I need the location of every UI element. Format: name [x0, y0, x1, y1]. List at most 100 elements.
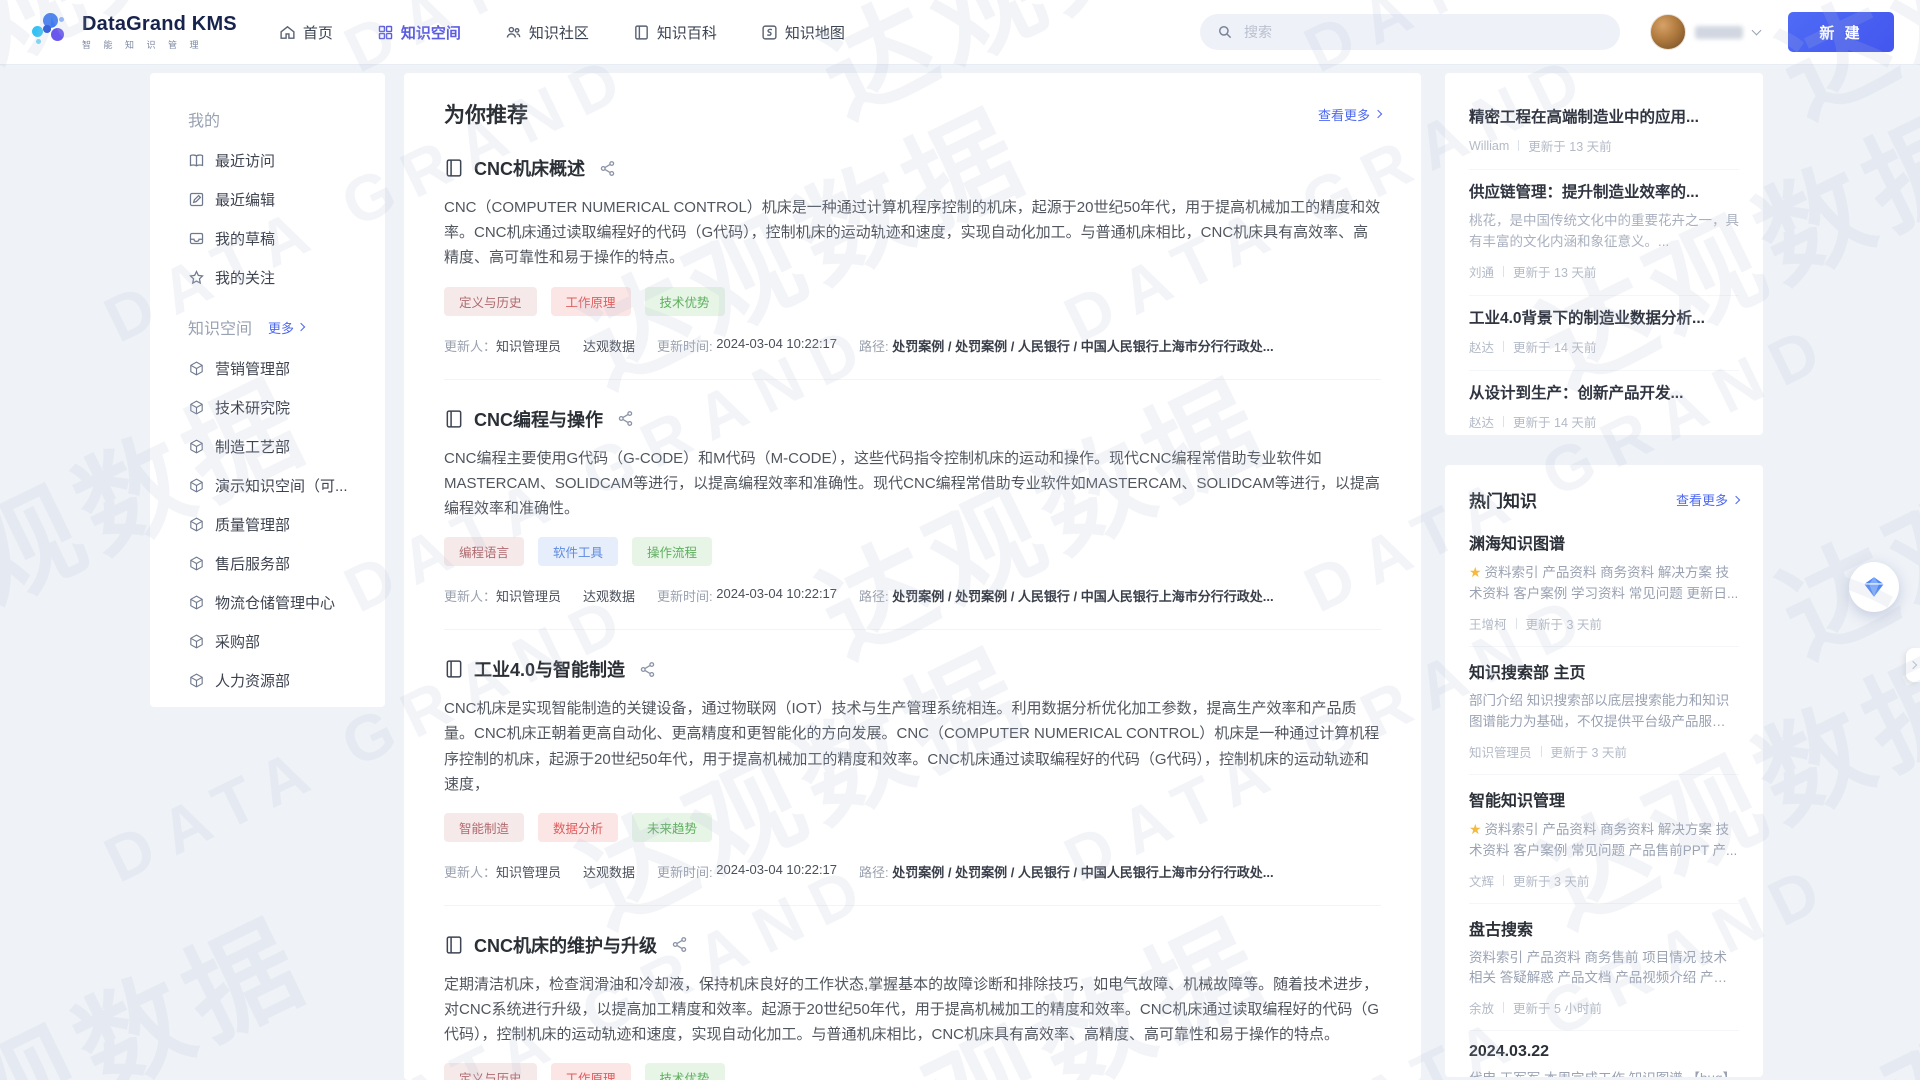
tag[interactable]: 软件工具	[538, 537, 618, 566]
tag[interactable]: 数据分析	[538, 813, 618, 842]
sidebar-space-marketing[interactable]: 营销管理部	[188, 349, 367, 388]
divider	[1541, 746, 1542, 757]
sidebar-item-recent-visits[interactable]: 最近访问	[188, 141, 367, 180]
tag[interactable]: 技术优势	[645, 287, 725, 316]
sidebar-label: 人力资源部	[215, 670, 290, 691]
tag[interactable]: 智能制造	[444, 813, 524, 842]
hot-item[interactable]: 智能知识管理 ★资料索引 产品资料 商务资料 解决方案 技术资料 客户案例 常见…	[1469, 775, 1739, 904]
sidebar-space-demo[interactable]: 演示知识空间（可...	[188, 466, 367, 505]
user-menu[interactable]	[1650, 14, 1760, 50]
nav-item-community[interactable]: 知识社区	[505, 22, 589, 43]
hot-item[interactable]: 知识搜索部 主页 部门介绍 知识搜索部以底层搜索能力和知识图谱能力为基础，不仅提…	[1469, 647, 1739, 775]
sidebar-space-procurement[interactable]: 采购部	[188, 622, 367, 661]
tag[interactable]: 工作原理	[551, 287, 631, 316]
wiki-book-icon	[633, 24, 650, 41]
recommended-title[interactable]: 精密工程在高端制造业中的应用...	[1469, 105, 1739, 127]
tag[interactable]: 工作原理	[551, 1063, 631, 1080]
hot-item[interactable]: 渊海知识图谱 ★资料索引 产品资料 商务资料 解决方案 技术资料 客户案例 学习…	[1469, 518, 1739, 647]
sidebar-space-manufacturing[interactable]: 制造工艺部	[188, 427, 367, 466]
author: 赵达	[1469, 337, 1494, 356]
hot-item[interactable]: 盘古搜索 资料索引 产品资料 商务售前 项目情况 技术相关 答疑解惑 产品文档 …	[1469, 904, 1739, 1032]
knowledge-space-icon	[377, 24, 394, 41]
recommended-item[interactable]: 从设计到生产：创新产品开发... 赵达更新于 14 天前	[1469, 371, 1739, 435]
sidebar-item-my-drafts[interactable]: 我的草稿	[188, 219, 367, 258]
recommended-item[interactable]: 精密工程在高端制造业中的应用... William 更新于 13 天前	[1469, 95, 1739, 170]
hot-item-title[interactable]: 知识搜索部 主页	[1469, 659, 1739, 683]
sidebar-item-my-follows[interactable]: 我的关注	[188, 258, 367, 297]
recommended-item[interactable]: 工业4.0背景下的制造业数据分析... 赵达更新于 14 天前	[1469, 296, 1739, 371]
article-title[interactable]: 工业4.0与智能制造	[474, 656, 625, 682]
hot-item-title[interactable]: 2024.03.22	[1469, 1043, 1739, 1061]
article-tags: 编程语言 软件工具 操作流程	[444, 537, 1381, 566]
article-card: CNC编程与操作 CNC编程主要使用G代码（G-CODE）和M代码（M-CODE…	[444, 380, 1381, 631]
tag[interactable]: 未来趋势	[632, 813, 712, 842]
tag[interactable]: 操作流程	[632, 537, 712, 566]
cube-icon	[188, 360, 205, 377]
recommend-view-more-link[interactable]: 查看更多	[1318, 105, 1381, 124]
meta-path[interactable]: 处罚案例 / 处罚案例 / 人民银行 / 中国人民银行上海市分行行政处...	[892, 336, 1273, 355]
recommended-title[interactable]: 供应链管理：提升制造业效率的...	[1469, 180, 1739, 202]
assistant-float-button[interactable]	[1849, 562, 1899, 612]
hot-item-title[interactable]: 盘古搜索	[1469, 916, 1739, 940]
nav-item-wiki[interactable]: 知识百科	[633, 22, 717, 43]
new-button[interactable]: 新 建	[1788, 12, 1894, 52]
divider	[1518, 140, 1519, 151]
hot-item[interactable]: 2024.03.22 代申 王军军 本周完成工作 知识图谱 【bug】排查并解决…	[1469, 1031, 1739, 1077]
sidebar-space-hr[interactable]: 人力资源部	[188, 661, 367, 700]
community-icon	[505, 24, 522, 41]
tag[interactable]: 技术优势	[645, 1063, 725, 1080]
sidebar-space-quality[interactable]: 质量管理部	[188, 505, 367, 544]
hot-item-excerpt: 部门介绍 知识搜索部以底层搜索能力和知识图谱能力为基础，不仅提供平台级产品服务，…	[1469, 693, 1729, 733]
sidebar-label: 技术研究院	[215, 397, 290, 418]
sidebar-item-recent-edits[interactable]: 最近编辑	[188, 180, 367, 219]
panel-collapse-handle[interactable]	[1906, 648, 1920, 682]
hot-view-more-link[interactable]: 查看更多	[1676, 490, 1739, 509]
share-icon[interactable]	[671, 936, 688, 953]
search-input[interactable]	[1244, 24, 1604, 40]
nav-item-home[interactable]: 首页	[279, 22, 333, 43]
recommended-title[interactable]: 从设计到生产：创新产品开发...	[1469, 381, 1739, 403]
sidebar-spaces-more-link[interactable]: 更多	[268, 318, 304, 337]
sidebar-space-tech-research[interactable]: 技术研究院	[188, 388, 367, 427]
nav-label-knowledge-map: 知识地图	[785, 22, 845, 43]
chevron-right-icon	[1909, 661, 1917, 669]
article-title[interactable]: CNC机床概述	[474, 155, 585, 181]
meta-updater: 知识管理员	[496, 336, 561, 355]
tag[interactable]: 编程语言	[444, 537, 524, 566]
chevron-right-icon	[297, 323, 305, 331]
hot-item-title[interactable]: 渊海知识图谱	[1469, 530, 1739, 554]
sidebar-spaces-title: 知识空间	[188, 315, 252, 339]
meta-path[interactable]: 处罚案例 / 处罚案例 / 人民银行 / 中国人民银行上海市分行行政处...	[892, 586, 1273, 605]
sidebar-label: 演示知识空间（可...	[215, 475, 348, 496]
recommended-item[interactable]: 供应链管理：提升制造业效率的... 桃花，是中国传统文化中的重要花卉之一，具有丰…	[1469, 170, 1739, 296]
sidebar-space-logistics[interactable]: 物流仓储管理中心	[188, 583, 367, 622]
sidebar-label: 采购部	[215, 631, 260, 652]
share-icon[interactable]	[639, 661, 656, 678]
sidebar-label: 我的关注	[215, 267, 275, 288]
sidebar-label: 物流仓储管理中心	[215, 592, 335, 613]
share-icon[interactable]	[617, 410, 634, 427]
search-icon	[1216, 23, 1234, 41]
tag[interactable]: 定义与历史	[444, 1063, 537, 1080]
brand-logo[interactable]: DataGrand KMS 智 能 知 识 管 理	[30, 11, 237, 53]
recommended-title[interactable]: 工业4.0背景下的制造业数据分析...	[1469, 306, 1739, 328]
sidebar-label: 营销管理部	[215, 358, 290, 379]
hot-knowledge-title: 热门知识	[1469, 487, 1537, 512]
author: William	[1469, 139, 1509, 153]
updated-time: 更新于 13 天前	[1528, 136, 1611, 155]
meta-path[interactable]: 处罚案例 / 处罚案例 / 人民银行 / 中国人民银行上海市分行行政处...	[892, 862, 1273, 881]
article-title[interactable]: CNC编程与操作	[474, 406, 603, 432]
tag[interactable]: 定义与历史	[444, 287, 537, 316]
sidebar-space-aftersales[interactable]: 售后服务部	[188, 544, 367, 583]
nav-item-knowledge-space[interactable]: 知识空间	[377, 22, 461, 43]
sidebar-label: 我的草稿	[215, 228, 275, 249]
article-body: 定期清洁机床，检查润滑油和冷却液，保持机床良好的工作状态,掌握基本的故障诊断和排…	[444, 972, 1381, 1048]
star-icon: ★	[1469, 564, 1482, 580]
meta-updater: 知识管理员	[496, 586, 561, 605]
avatar[interactable]	[1650, 14, 1686, 50]
hot-item-title[interactable]: 智能知识管理	[1469, 787, 1739, 811]
cube-icon	[188, 555, 205, 572]
article-title[interactable]: CNC机床的维护与升级	[474, 932, 657, 958]
nav-item-knowledge-map[interactable]: 知识地图	[761, 22, 845, 43]
share-icon[interactable]	[599, 160, 616, 177]
